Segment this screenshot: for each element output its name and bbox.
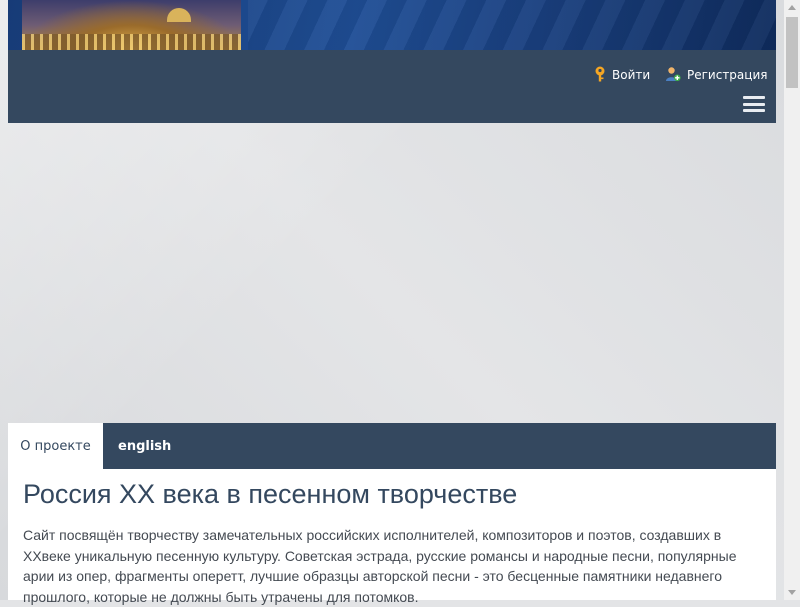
header-banner <box>8 0 776 50</box>
key-icon <box>594 66 606 85</box>
tab-english-label: english <box>118 438 172 454</box>
login-link[interactable]: Войти <box>594 66 651 85</box>
scroll-down-arrow-icon[interactable] <box>788 590 796 595</box>
scroll-up-arrow-icon[interactable] <box>788 5 796 10</box>
main-content: Россия ХХ века в песенном творчестве Сай… <box>8 469 776 605</box>
page-title: Россия ХХ века в песенном творчестве <box>23 479 518 509</box>
user-add-icon <box>665 66 681 85</box>
tab-english[interactable]: english <box>118 423 171 469</box>
tab-about-label: О проекте <box>20 438 91 454</box>
tab-bar: О проекте english <box>8 423 776 469</box>
hamburger-icon[interactable] <box>743 96 765 112</box>
register-link[interactable]: Регистрация <box>665 66 768 85</box>
scrollbar-thumb[interactable] <box>786 17 798 88</box>
tab-about[interactable]: О проекте <box>8 423 103 469</box>
vertical-scrollbar[interactable] <box>784 0 800 600</box>
dome-shape <box>167 8 191 22</box>
header-photo[interactable] <box>22 0 241 50</box>
banner-pattern <box>248 0 776 50</box>
top-navbar: Войти Регистрация <box>8 50 776 123</box>
city-lights <box>22 34 241 50</box>
register-label: Регистрация <box>687 68 768 82</box>
intro-text: Сайт посвящён творчеству замечательных р… <box>23 527 737 605</box>
login-label: Войти <box>612 68 651 82</box>
